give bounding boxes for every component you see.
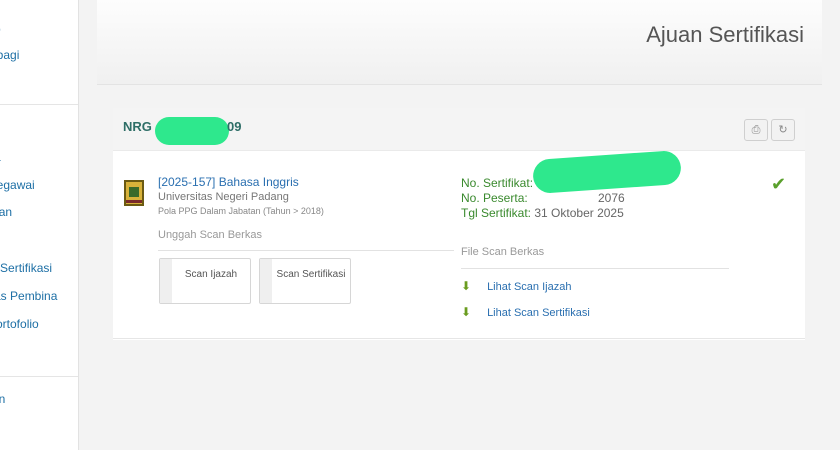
redaction-mark bbox=[531, 149, 683, 195]
divider bbox=[113, 338, 805, 339]
course-university: Universitas Negeri Padang bbox=[158, 191, 289, 203]
nrg-suffix: 09 bbox=[227, 119, 242, 134]
book-icon bbox=[124, 180, 144, 206]
no-sertifikat: No. Sertifikat: bbox=[461, 176, 534, 190]
sidebar: p Berbagi a Data Pegawai Laporan Ajuan S… bbox=[0, 0, 79, 450]
tgl-sertifikat: Tgl Sertifikat: 31 Oktober 2025 bbox=[461, 206, 624, 220]
lihat-scan-ijazah-link[interactable]: ⬇ Lihat Scan Ijazah bbox=[461, 279, 571, 293]
certificate-panel: NRG 09 ⎙ ↻ [2025-157] Bahasa Inggris Uni… bbox=[113, 108, 805, 340]
refresh-button[interactable]: ↻ bbox=[771, 119, 795, 141]
page-title: Ajuan Sertifikasi bbox=[646, 22, 804, 47]
upload-label: Unggah Scan Berkas bbox=[158, 229, 262, 241]
scan-ijazah-button[interactable]: Scan Ijazah bbox=[159, 258, 251, 304]
download-icon: ⬇ bbox=[461, 279, 472, 293]
sidebar-item-2[interactable]: a bbox=[0, 150, 28, 164]
course-pola: Pola PPG Dalam Jabatan (Tahun > 2018) bbox=[158, 206, 324, 216]
course-title[interactable]: [2025-157] Bahasa Inggris bbox=[158, 175, 299, 189]
scan-sertifikasi-button[interactable]: Scan Sertifikasi bbox=[259, 258, 351, 304]
sidebar-item-portofolio[interactable]: Portofolio bbox=[0, 317, 39, 331]
button-strip bbox=[160, 259, 172, 303]
main-content: Ajuan Sertifikasi NRG 09 ⎙ ↻ [2025-157] … bbox=[97, 0, 822, 450]
no-peserta: No. Peserta: 2076 bbox=[461, 191, 625, 205]
lihat-scan-sertifikasi-link[interactable]: ⬇ Lihat Scan Sertifikasi bbox=[461, 305, 590, 319]
print-button[interactable]: ⎙ bbox=[744, 119, 768, 141]
sidebar-item-laporan[interactable]: Laporan bbox=[0, 205, 28, 219]
sidebar-item-1[interactable]: p bbox=[0, 22, 28, 36]
sidebar-divider bbox=[0, 104, 78, 105]
sidebar-divider bbox=[0, 376, 78, 377]
sidebar-item-berbagi[interactable]: Berbagi bbox=[0, 48, 28, 62]
file-scan-label: File Scan Berkas bbox=[461, 246, 545, 258]
scan-ijazah-label: Scan Ijazah bbox=[184, 269, 238, 280]
checkmark-icon: ✔ bbox=[771, 174, 787, 194]
divider bbox=[158, 250, 454, 251]
panel-header: NRG 09 ⎙ ↻ bbox=[113, 108, 805, 151]
refresh-icon: ↻ bbox=[778, 124, 788, 136]
button-strip bbox=[260, 259, 272, 303]
scan-sertifikasi-label: Scan Sertifikasi bbox=[276, 269, 346, 280]
nrg-label: NRG bbox=[123, 119, 152, 134]
sidebar-item-guru-pembina[interactable]: Guru Mitras Pembina bbox=[0, 289, 57, 303]
page-header: Ajuan Sertifikasi bbox=[97, 0, 822, 85]
sidebar-item-data-pegawai[interactable]: Data Pegawai bbox=[0, 178, 35, 192]
sidebar-item-9[interactable]: an bbox=[0, 392, 28, 406]
download-icon: ⬇ bbox=[461, 305, 472, 319]
print-icon: ⎙ bbox=[751, 124, 761, 136]
divider bbox=[461, 268, 729, 269]
redaction-mark bbox=[155, 117, 229, 145]
sidebar-item-ajuan-sertifikasi[interactable]: Ajuan Sertifikasi bbox=[0, 261, 52, 275]
